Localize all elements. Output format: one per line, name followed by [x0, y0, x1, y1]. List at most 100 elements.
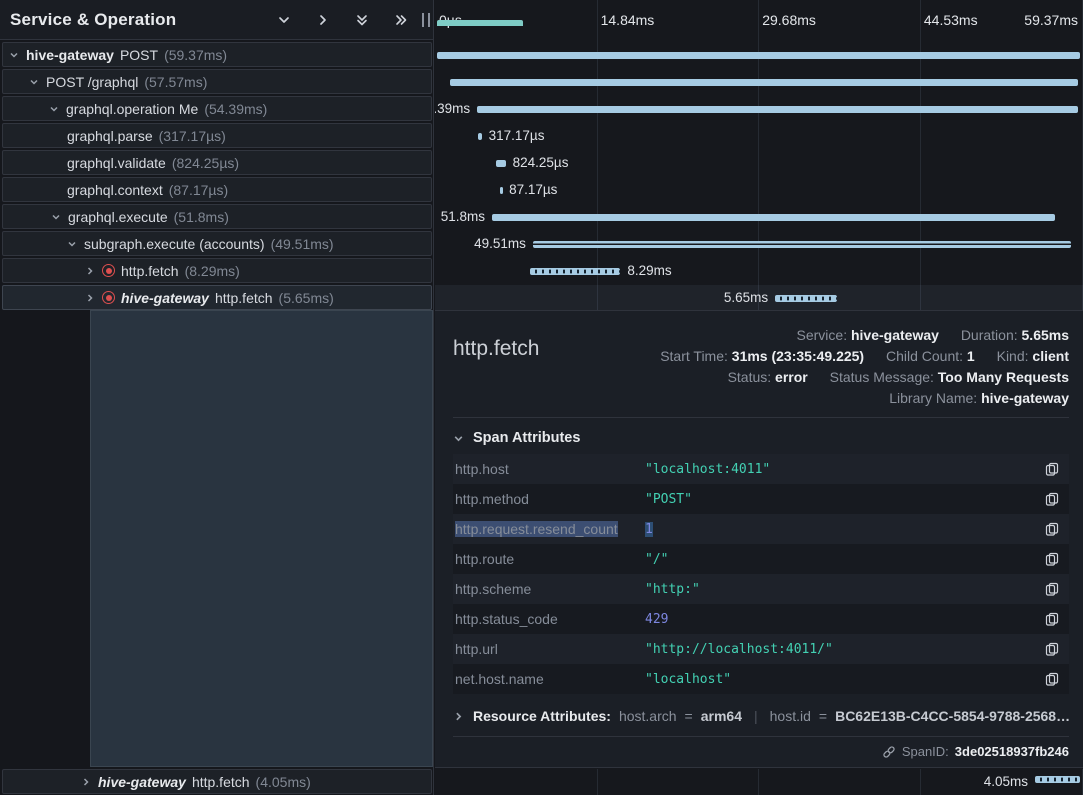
attribute-row[interactable]: http.status_code 429: [453, 604, 1069, 634]
double-chevron-down-icon[interactable]: [354, 12, 370, 28]
duration-label: 824.25µs: [513, 155, 569, 170]
chevron-down-icon[interactable]: [276, 12, 292, 28]
tree-row[interactable]: graphql.operation Me (54.39ms): [2, 96, 432, 121]
chevron-right-icon[interactable]: [315, 12, 331, 28]
attribute-value: 1: [645, 522, 653, 537]
attribute-row[interactable]: net.host.name "localhost": [453, 664, 1069, 694]
chevron-down-icon[interactable]: [67, 239, 78, 249]
span-attributes-header[interactable]: Span Attributes: [453, 430, 1069, 446]
attribute-value: "http:": [645, 582, 700, 597]
timeline-row: 317.17µs: [435, 123, 1083, 150]
timeline-row: [435, 42, 1083, 69]
tree-row[interactable]: graphql.context (87.17µs): [2, 177, 432, 202]
tree-row[interactable]: http.fetch (8.29ms): [2, 258, 432, 283]
span-bar[interactable]: [492, 214, 1055, 221]
span-bar[interactable]: [496, 160, 506, 167]
attribute-row[interactable]: http.route "/": [453, 544, 1069, 574]
duration-label: 51.8ms: [441, 209, 485, 224]
chevron-down-icon[interactable]: [9, 50, 20, 60]
tree-row[interactable]: subgraph.execute (accounts) (49.51ms): [2, 231, 432, 256]
span-tree: hive-gateway POST (59.37ms) POST /graphq…: [2, 42, 432, 312]
span-bar[interactable]: [775, 295, 837, 302]
meta-value: hive-gateway: [851, 327, 939, 343]
duration-label: 54.39ms: [435, 101, 470, 116]
span-duration: (5.65ms): [279, 290, 334, 306]
span-duration: (8.29ms): [185, 263, 240, 279]
meta-value: Too Many Requests: [938, 369, 1069, 385]
operation-name: graphql.validate: [67, 155, 166, 171]
tree-row[interactable]: POST /graphql (57.57ms): [2, 69, 432, 94]
copy-icon[interactable]: [1043, 640, 1061, 658]
meta-value: 31ms (23:35:49.225): [732, 348, 864, 364]
span-duration: (87.17µs): [169, 182, 228, 198]
copy-icon[interactable]: [1043, 580, 1061, 598]
span-bar[interactable]: [450, 79, 1078, 86]
span-detail-panel: http.fetch Service: hive-gateway Duratio…: [435, 310, 1083, 768]
chevron-right-icon[interactable]: [85, 266, 96, 276]
meta-key: Kind:: [997, 348, 1029, 364]
span-id-label: SpanID:: [902, 744, 949, 759]
resource-attributes-header[interactable]: Resource Attributes: host.arch = arm64 |…: [453, 708, 1069, 724]
panel-title: Service & Operation: [10, 10, 176, 30]
separator: |: [754, 708, 758, 724]
span-duration: (49.51ms): [271, 236, 334, 252]
tree-toolbar: [276, 12, 409, 28]
tree-header: Service & Operation: [0, 0, 433, 40]
chevron-right-icon[interactable]: [81, 777, 92, 787]
tree-row-selected[interactable]: hive-gateway http.fetch (5.65ms): [2, 285, 432, 310]
meta-value: 1: [967, 348, 975, 364]
attribute-row[interactable]: http.url "http://localhost:4011/": [453, 634, 1069, 664]
chevron-down-icon[interactable]: [29, 77, 40, 87]
attribute-row[interactable]: http.method "POST": [453, 484, 1069, 514]
tree-row[interactable]: hive-gateway POST (59.37ms): [2, 42, 432, 67]
resource-value: arm64: [701, 708, 742, 724]
panel-resizer-handle[interactable]: [422, 13, 430, 27]
meta-key: Service:: [797, 327, 848, 343]
error-icon: [102, 291, 115, 304]
attribute-key: http.method: [455, 491, 645, 507]
tree-row[interactable]: hive-gateway http.fetch (4.05ms): [2, 769, 432, 794]
double-chevron-right-icon[interactable]: [393, 12, 409, 28]
span-bar[interactable]: [1035, 776, 1080, 783]
chevron-right-icon[interactable]: [85, 293, 96, 303]
tree-row[interactable]: graphql.execute (51.8ms): [2, 204, 432, 229]
span-duration: (4.05ms): [256, 774, 311, 790]
chevron-down-icon[interactable]: [49, 104, 60, 114]
attribute-row-selected[interactable]: http.request.resend_count 1: [453, 514, 1069, 544]
copy-icon[interactable]: [1043, 670, 1061, 688]
copy-icon[interactable]: [1043, 550, 1061, 568]
timeline-row: 87.17µs: [435, 177, 1083, 204]
span-bar[interactable]: [533, 241, 1071, 248]
ruler-tick: 14.84ms: [601, 12, 655, 28]
span-bar[interactable]: [530, 268, 620, 275]
partial-span-bar[interactable]: [437, 20, 523, 26]
meta-key: Status:: [728, 369, 772, 385]
meta-key: Duration:: [961, 327, 1018, 343]
operation-name: http.fetch: [215, 290, 273, 306]
copy-icon[interactable]: [1043, 520, 1061, 538]
timeline-row: 8.29ms: [435, 258, 1083, 285]
operation-name: POST /graphql: [46, 74, 138, 90]
service-name: hive-gateway: [26, 47, 114, 63]
attribute-key: http.host: [455, 461, 645, 477]
copy-icon[interactable]: [1043, 610, 1061, 628]
span-bar[interactable]: [500, 187, 503, 194]
trace-viewer: Service & Operation hive-gateway POST (5…: [0, 0, 1083, 795]
detail-footer: SpanID: 3de02518937fb246: [453, 737, 1069, 766]
operation-name: graphql.parse: [67, 128, 153, 144]
tree-row[interactable]: graphql.validate (824.25µs): [2, 150, 432, 175]
attribute-row[interactable]: http.host "localhost:4011": [453, 454, 1069, 484]
chevron-down-icon[interactable]: [51, 212, 62, 222]
span-bar[interactable]: [478, 133, 482, 140]
span-bar[interactable]: [437, 52, 1080, 59]
tree-row[interactable]: graphql.parse (317.17µs): [2, 123, 432, 148]
attribute-key: http.request.resend_count: [455, 521, 645, 537]
span-bar[interactable]: [477, 106, 1078, 113]
link-icon[interactable]: [882, 745, 896, 759]
attribute-value: "localhost": [645, 672, 731, 687]
copy-icon[interactable]: [1043, 460, 1061, 478]
copy-icon[interactable]: [1043, 490, 1061, 508]
operation-name: POST: [120, 47, 158, 63]
attribute-row[interactable]: http.scheme "http:": [453, 574, 1069, 604]
timeline-panel: 0µs 14.84ms 29.68ms 44.53ms 59.37ms 54.3…: [435, 0, 1083, 795]
